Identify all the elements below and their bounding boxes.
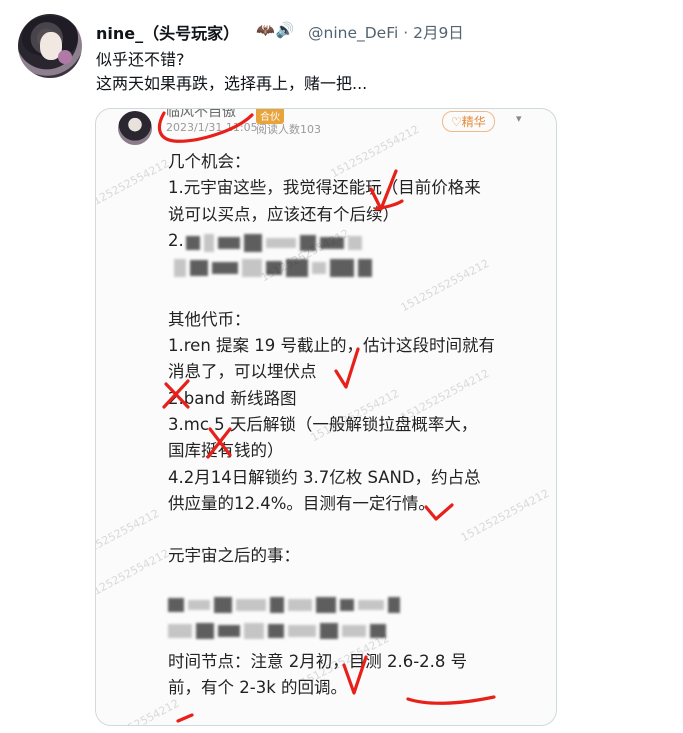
post-header: 临风不自傲 合伙 2023/1/31 11:05 阅读人数103 ♡精华 ▾ <box>96 109 556 145</box>
content-line: 供应量的12.4%。目测有一定行情。 <box>168 493 435 513</box>
censored-block <box>186 234 362 252</box>
content-line: 元宇宙之后的事： <box>168 546 300 566</box>
content-line: 1.ren 提案 19 号截止的，估计这段时间就有 <box>168 336 496 356</box>
censored-block <box>168 597 400 613</box>
author-handle-date[interactable]: @nine_DeFi · 2月9日 <box>308 21 464 43</box>
content-line: 1.元宇宙这些，我觉得还能玩（目前价格来 <box>168 178 481 198</box>
content-line: 4.2月14日解锁约 3.7亿枚 SAND，约占总 <box>168 467 481 487</box>
content-line: 说可以买点，应该还有个后续） <box>168 204 399 224</box>
post-readers: 阅读人数103 <box>256 123 321 136</box>
content-line: 时间节点：注意 2月初，目测 2.6-2.8 号 <box>168 651 468 671</box>
content-line: 前，有个 2-3k 的回调。 <box>168 677 347 697</box>
content-line: 其他代币： <box>168 309 251 329</box>
watermark-text: 15125252554212 <box>95 546 172 605</box>
censored-block <box>174 259 372 277</box>
author-name[interactable]: nine_（头号玩家） <box>96 20 239 44</box>
content-line: 几个机会： <box>168 152 251 171</box>
attached-image[interactable]: 15125252554212 15125252554212 1512525255… <box>95 108 557 726</box>
tweet-text-line: 这两天如果再跌，选择再上，赌一把... <box>96 74 368 93</box>
content-line <box>168 517 548 543</box>
tweet-text-line: 似乎还不错? <box>96 50 185 69</box>
profile-badge-icons: 🦇🔊 <box>256 21 296 39</box>
poster-avatar <box>118 111 152 145</box>
content-line: 2.band 新线路图 <box>168 388 297 408</box>
post-date: 2023/1/31 11:05 <box>166 121 258 134</box>
content-line <box>168 570 548 596</box>
essence-badge: ♡精华 <box>442 111 495 132</box>
content-line <box>168 280 548 306</box>
censored-block <box>168 623 386 639</box>
post-content: 几个机会： 1.元宇宙这些，我觉得还能玩（目前价格来 说可以买点，应该还有个后续… <box>168 149 548 701</box>
watermark-text: 15125252554212 <box>95 156 172 215</box>
chevron-down-icon: ▾ <box>516 112 522 125</box>
author-avatar[interactable] <box>18 14 82 78</box>
poster-name: 临风不自傲 <box>166 108 236 120</box>
avatar-accent <box>58 50 72 64</box>
content-line: 消息了，可以埋伏点 <box>168 362 317 382</box>
content-line: 国库挺有钱的） <box>168 441 284 461</box>
content-line: 3.mc 5 天后解锁（一般解锁拉盘概率大， <box>168 414 478 434</box>
tweet-text: 似乎还不错? 这两天如果再跌，选择再上，赌一把... <box>96 48 367 96</box>
